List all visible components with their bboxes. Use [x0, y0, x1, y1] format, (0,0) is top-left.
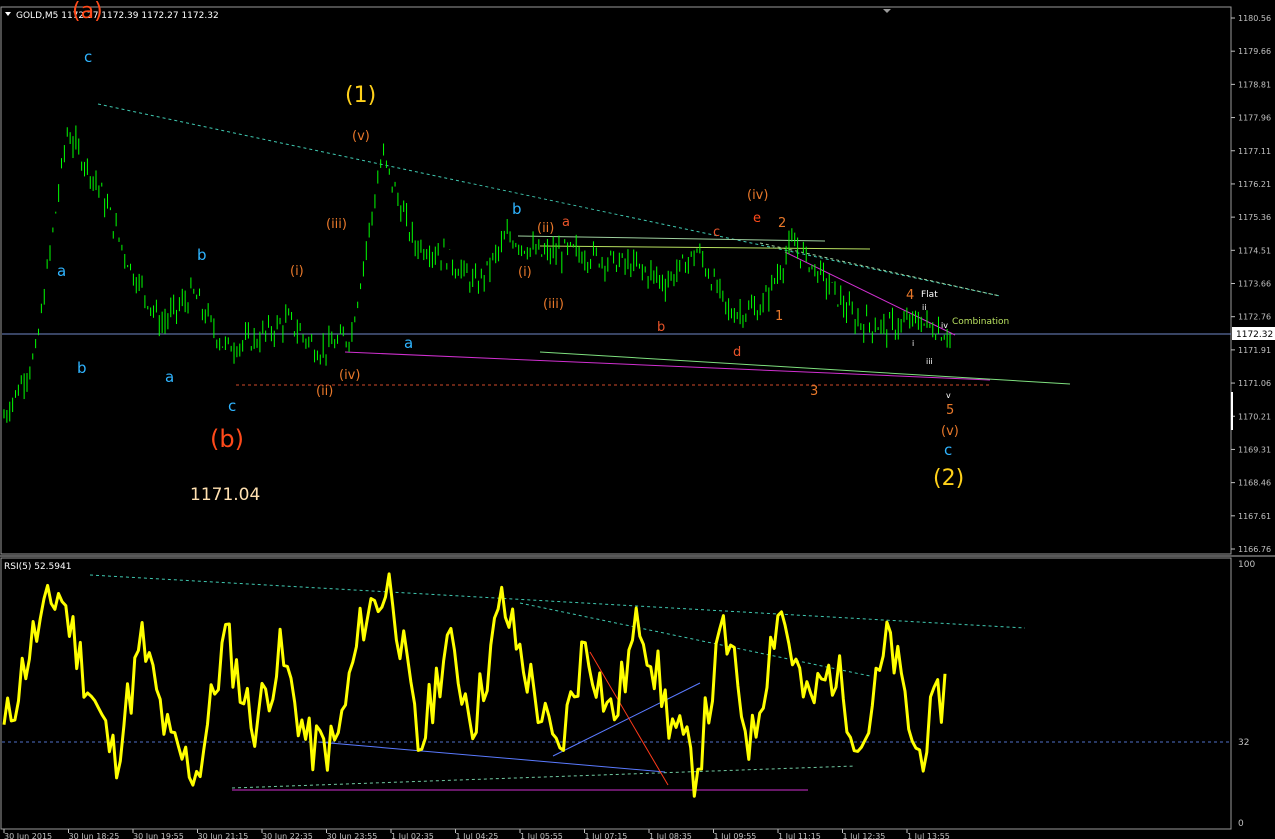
dropdown-arrow-icon[interactable] — [5, 12, 11, 16]
chart-window[interactable]: GOLD,M5 1172.27 1172.39 1172.27 1172.32 … — [0, 0, 1275, 839]
time-axis-label: 1 Jul 08:35 — [649, 832, 692, 839]
wave-label: a — [165, 368, 174, 386]
wave-label: 3 — [810, 384, 818, 399]
wave-label: c — [944, 441, 952, 459]
wave-label: e — [753, 211, 761, 226]
wave-label: 5 — [946, 403, 954, 418]
wave-label: d — [733, 345, 741, 360]
price-axis-label: 1175.36 — [1238, 213, 1271, 222]
price-axis-label: 1176.21 — [1238, 180, 1271, 189]
time-axis-label: 1 Jul 07:15 — [585, 832, 628, 839]
time-axis-label: 1 Jul 02:35 — [391, 832, 434, 839]
price-axis-label: 1167.61 — [1238, 512, 1271, 521]
price-axis-label: 1173.66 — [1238, 280, 1271, 289]
combination-label: Combination — [952, 317, 1009, 327]
price-trendlines[interactable] — [97, 103, 1071, 385]
time-axis-label: 30 Jun 21:15 — [198, 832, 249, 839]
wave-label: (a) — [72, 0, 103, 24]
wave-label: (i) — [518, 265, 532, 280]
wave-label: (iv) — [747, 188, 768, 203]
price-axis-label: 1179.66 — [1238, 47, 1271, 56]
price-axis-label: 1177.96 — [1238, 114, 1271, 123]
price-axis-label: 1180.56 — [1238, 14, 1271, 23]
wave-label: (v) — [352, 129, 370, 144]
wave-label: (iv) — [339, 368, 360, 383]
price-axis-label: 1174.51 — [1238, 246, 1271, 255]
price-axis-label: 1166.76 — [1238, 545, 1271, 554]
price-axis-label: 1171.06 — [1238, 379, 1271, 388]
time-axis-label: 30 Jun 23:55 — [327, 832, 378, 839]
wave-label: (iii) — [543, 297, 564, 312]
flat-label: Flat — [921, 290, 938, 300]
time-axis-label: 1 Jul 05:55 — [520, 832, 563, 839]
wave-label: i — [912, 339, 914, 348]
wave-label: (ii) — [537, 221, 554, 236]
wave-label: c — [84, 48, 92, 66]
rsi-pane[interactable] — [0, 557, 1232, 830]
price-axis: 1180.56 1179.66 1178.81 1177.96 1177.11 1176.… — [1231, 14, 1271, 554]
time-axis: 30 Jun 2015 30 Jun 18:25 30 Jun 19:55 30 Ju… — [3, 829, 950, 839]
time-axis-label: 1 Jul 04:25 — [456, 832, 499, 839]
rsi-header: RSI(5) 52.5941 — [4, 562, 71, 572]
wave-label: a — [562, 215, 570, 230]
low-value-label: 1171.04 — [190, 485, 260, 505]
wave-label: c — [228, 397, 236, 415]
price-axis-label: 1171.91 — [1238, 346, 1271, 355]
wave-label: b — [657, 320, 665, 335]
wave-label: (2) — [933, 466, 964, 491]
rsi-axis-label: 32 — [1238, 738, 1249, 748]
wave-label: a — [404, 334, 413, 352]
wave-label: 1 — [775, 309, 783, 324]
wave-label: (iii) — [326, 217, 347, 232]
wave-label: b — [77, 359, 87, 377]
price-axis-label: 1168.46 — [1238, 479, 1271, 488]
time-axis-label: 1 Jul 12:35 — [843, 832, 886, 839]
time-axis-label: 1 Jul 09:55 — [714, 832, 757, 839]
wave-label: (v) — [941, 424, 959, 439]
time-axis-label: 1 Jul 11:15 — [778, 832, 821, 839]
price-axis-label: 1178.81 — [1238, 80, 1271, 89]
symbol-header: GOLD,M5 1172.27 1172.39 1172.27 1172.32 — [16, 11, 219, 21]
pane-marker-icon — [883, 9, 891, 13]
price-pane[interactable] — [0, 6, 1232, 555]
wave-label: (1) — [345, 83, 376, 108]
wave-label: (i) — [290, 264, 304, 279]
time-axis-label: 30 Jun 22:35 — [262, 832, 313, 839]
wave-label: 2 — [778, 216, 786, 231]
rsi-axis-label: 100 — [1238, 560, 1255, 570]
wave-label: iv — [941, 321, 948, 330]
rsi-trendlines[interactable] — [89, 574, 1026, 791]
rsi-line — [2, 572, 947, 798]
price-axis-label: 1172.76 — [1238, 313, 1271, 322]
time-axis-label: 30 Jun 19:55 — [133, 832, 184, 839]
rsi-axis-label: 0 — [1238, 819, 1244, 829]
time-axis-label: 30 Jun 2015 — [4, 832, 52, 839]
wave-label: ii — [922, 303, 926, 312]
wave-label: (b) — [210, 425, 244, 453]
wave-label: 4 — [906, 288, 914, 303]
wave-label: iii — [926, 357, 933, 366]
wave-label: b — [197, 246, 207, 264]
price-axis-label: 1169.31 — [1238, 445, 1271, 454]
wave-label: b — [512, 200, 522, 218]
current-price-label: 1172.32 — [1236, 330, 1273, 340]
wave-label: a — [57, 262, 66, 280]
price-axis-label: 1177.11 — [1238, 147, 1271, 156]
wave-annotations: (a) (b) (1) (2) 1171.04 Flat Combination… — [57, 0, 1009, 505]
price-axis-label: 1170.21 — [1238, 412, 1271, 421]
price-candles — [3, 125, 951, 423]
wave-label: v — [946, 391, 951, 400]
wave-label: c — [713, 225, 720, 240]
time-axis-label: 30 Jun 18:25 — [69, 832, 120, 839]
wave-label: (ii) — [316, 384, 333, 399]
time-axis-label: 1 Jul 13:55 — [907, 832, 950, 839]
